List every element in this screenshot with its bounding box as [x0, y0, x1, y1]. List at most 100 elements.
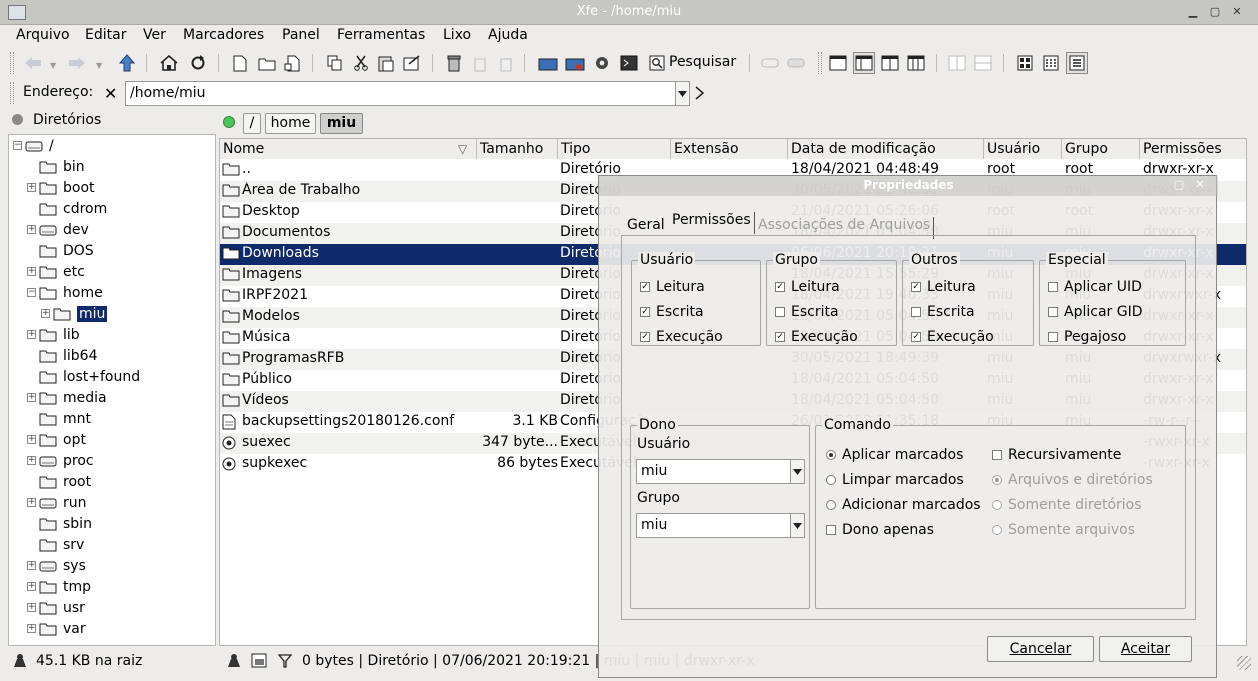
- xfe-home-icon[interactable]: [537, 52, 559, 74]
- cut-icon[interactable]: [350, 52, 372, 74]
- special-checkbox-aplicar-uid[interactable]: Aplicar UID: [1048, 279, 1142, 295]
- tree-item-usr[interactable]: + usr: [27, 597, 85, 618]
- detailed-list-icon[interactable]: [1066, 52, 1088, 74]
- one-panel-icon[interactable]: [853, 52, 875, 74]
- tree-item-var[interactable]: + var: [27, 618, 86, 639]
- scope-radio-0[interactable]: Arquivos e diretórios: [992, 472, 1153, 488]
- others-checkbox-leitura[interactable]: ✓ Leitura: [911, 279, 976, 295]
- tree-item-miu[interactable]: + miu: [41, 303, 108, 324]
- tree-item-mnt[interactable]: mnt: [27, 408, 91, 429]
- maximize-icon[interactable]: ▢: [1208, 5, 1222, 19]
- column-header-user[interactable]: Usuário: [984, 139, 1062, 159]
- window-titlebar[interactable]: Xfe - /home/miu ▁ ▢ ✕: [0, 0, 1258, 25]
- menu-lixo[interactable]: Lixo: [443, 27, 471, 43]
- tree-expander-icon[interactable]: +: [27, 498, 36, 507]
- home-icon[interactable]: [158, 52, 180, 74]
- scope-radio-1[interactable]: Somente diretórios: [992, 497, 1142, 513]
- tree-item-root[interactable]: root: [27, 471, 91, 492]
- column-header-extension[interactable]: Extensão: [671, 139, 788, 159]
- vertical-split-icon[interactable]: [946, 52, 968, 74]
- tab-permissoes[interactable]: Permissões: [669, 212, 755, 234]
- tree-expander-icon[interactable]: +: [27, 183, 36, 192]
- user-checkbox-escrita[interactable]: ✓ Escrita: [640, 304, 704, 320]
- forward-history-icon[interactable]: ▼: [96, 61, 102, 70]
- search-label[interactable]: Pesquisar: [669, 54, 736, 70]
- tree-expander-icon[interactable]: +: [27, 330, 36, 339]
- toolbar-grip[interactable]: [818, 52, 822, 74]
- tree-expander-icon[interactable]: −: [13, 141, 22, 150]
- tree-item-run[interactable]: + run: [27, 492, 87, 513]
- breadcrumb-home[interactable]: home: [265, 113, 316, 134]
- recursive-checkbox[interactable]: Recursivamente: [992, 447, 1121, 463]
- tree-expander-icon[interactable]: +: [27, 456, 36, 465]
- dialog-close-icon[interactable]: ✕: [1193, 178, 1207, 192]
- xfe-root-icon[interactable]: [564, 52, 586, 74]
- group-checkbox-leitura[interactable]: ✓ Leitura: [775, 279, 840, 295]
- address-grip[interactable]: [10, 82, 14, 104]
- ok-button[interactable]: Aceitar: [1099, 636, 1192, 662]
- menu-ferramentas[interactable]: Ferramentas: [337, 27, 425, 43]
- tree-item-DOS[interactable]: DOS: [27, 240, 94, 261]
- column-header-type[interactable]: Tipo: [558, 139, 671, 159]
- tree-item-proc[interactable]: + proc: [27, 450, 94, 471]
- command-radio-0[interactable]: Aplicar marcados: [826, 447, 963, 463]
- empty-trash-icon[interactable]: [495, 52, 517, 74]
- go-icon[interactable]: [695, 86, 704, 100]
- tree-item-sys[interactable]: + sys: [27, 555, 86, 576]
- menu-panel[interactable]: Panel: [282, 27, 320, 43]
- tree-item-sbin[interactable]: sbin: [27, 513, 92, 534]
- tree-item--[interactable]: − /: [13, 135, 54, 156]
- settings-gear-icon[interactable]: [591, 52, 613, 74]
- tree-item-tmp[interactable]: + tmp: [27, 576, 91, 597]
- paste-icon[interactable]: [375, 52, 397, 74]
- new-link-icon[interactable]: [282, 52, 304, 74]
- refresh-icon[interactable]: [187, 52, 209, 74]
- tree-expander-icon[interactable]: +: [27, 435, 36, 444]
- tree-two-panels-icon[interactable]: [905, 52, 927, 74]
- command-radio-1[interactable]: Limpar marcados: [826, 472, 964, 488]
- cancel-button[interactable]: Cancelar: [987, 636, 1094, 662]
- menu-editar[interactable]: Editar: [85, 27, 126, 43]
- two-panels-icon[interactable]: [879, 52, 901, 74]
- column-header-permissions[interactable]: Permissões: [1140, 139, 1246, 159]
- special-checkbox-aplicar-gid[interactable]: Aplicar GID: [1048, 304, 1142, 320]
- copy-icon[interactable]: [324, 52, 346, 74]
- back-icon[interactable]: [22, 52, 44, 74]
- tree-item-lib[interactable]: + lib: [27, 324, 80, 345]
- special-checkbox-pegajoso[interactable]: Pegajoso: [1048, 329, 1126, 345]
- tree-panel-icon[interactable]: [827, 52, 849, 74]
- properties-icon[interactable]: [401, 52, 423, 74]
- others-checkbox-escrita[interactable]: Escrita: [911, 304, 975, 320]
- user-checkbox-leitura[interactable]: ✓ Leitura: [640, 279, 705, 295]
- big-icons-icon[interactable]: [1014, 52, 1036, 74]
- thumbnails-toggle-icon[interactable]: [251, 653, 267, 668]
- link-disabled-icon[interactable]: [759, 52, 781, 74]
- new-folder-icon[interactable]: [256, 52, 278, 74]
- owner-group-dropdown-icon[interactable]: [790, 513, 805, 538]
- owner-group-combo[interactable]: miu: [636, 513, 791, 538]
- small-icons-icon[interactable]: [1040, 52, 1062, 74]
- up-icon[interactable]: [116, 52, 138, 74]
- tree-expander-icon[interactable]: +: [27, 582, 36, 591]
- column-header-name[interactable]: Nome ▽: [220, 139, 477, 159]
- tree-item-home[interactable]: − home: [27, 282, 103, 303]
- tree-expander-icon[interactable]: +: [41, 309, 50, 318]
- tree-expander-icon[interactable]: +: [27, 603, 36, 612]
- owner-user-combo[interactable]: miu: [636, 459, 791, 484]
- tree-expander-icon[interactable]: +: [27, 561, 36, 570]
- tree-item-lib64[interactable]: lib64: [27, 345, 97, 366]
- address-history-dropdown-icon[interactable]: [675, 81, 690, 106]
- menu-arquivo[interactable]: Arquivo: [16, 27, 70, 43]
- minimize-icon[interactable]: ▁: [1186, 5, 1200, 19]
- column-header-group[interactable]: Grupo: [1062, 139, 1140, 159]
- owner-only-checkbox[interactable]: Dono apenas: [826, 522, 934, 538]
- dialog-maximize-icon[interactable]: ▢: [1172, 178, 1186, 192]
- unlink-disabled-icon[interactable]: [785, 52, 807, 74]
- tree-expander-icon[interactable]: +: [27, 267, 36, 276]
- tree-item-cdrom[interactable]: cdrom: [27, 198, 107, 219]
- breadcrumb-root[interactable]: /: [243, 113, 261, 134]
- address-input[interactable]: /home/miu: [125, 81, 676, 106]
- menu-marcadores[interactable]: Marcadores: [183, 27, 264, 43]
- column-header-size[interactable]: Tamanho: [477, 139, 558, 159]
- tree-item-srv[interactable]: srv: [27, 534, 84, 555]
